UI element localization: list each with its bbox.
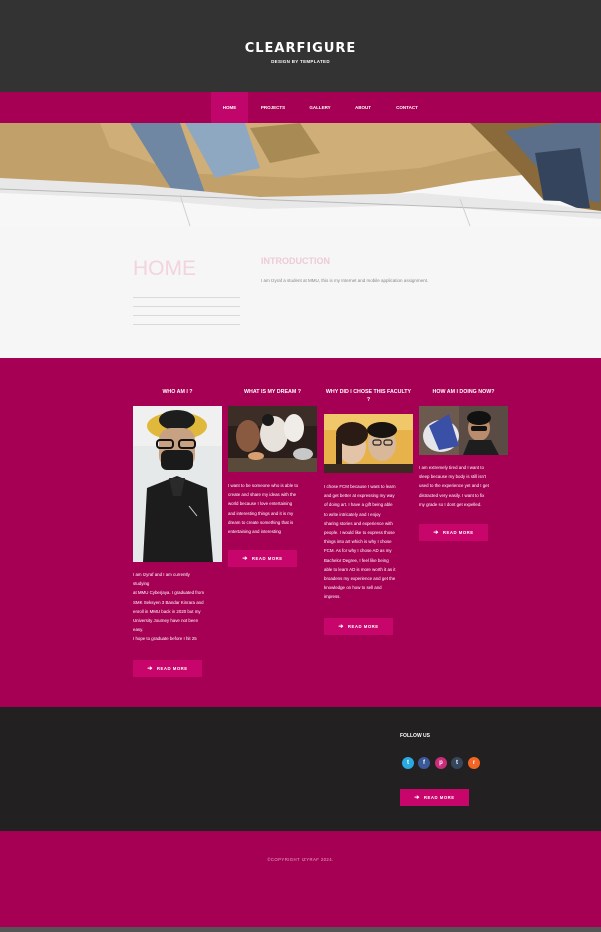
divider bbox=[133, 315, 240, 316]
rss-icon[interactable]: r bbox=[468, 757, 480, 769]
arrow-right-icon: ➔ bbox=[414, 794, 420, 801]
footer-social: FOLLOW US t f p t r ➔ READ MORE bbox=[0, 707, 601, 831]
arrow-right-icon: ➔ bbox=[242, 555, 248, 562]
divider bbox=[133, 297, 240, 298]
column-title: WHY DID I CHOSE THIS FACULTY ? bbox=[325, 389, 412, 403]
tumblr-icon[interactable]: t bbox=[451, 757, 463, 769]
main-nav: HOME PROJECTS GALLERY ABOUT CONTACT bbox=[0, 92, 601, 123]
divider bbox=[133, 306, 240, 307]
divider bbox=[133, 324, 240, 325]
column-text: I want to be someone who is able to crea… bbox=[228, 483, 299, 535]
nav-item-projects[interactable]: PROJECTS bbox=[252, 92, 294, 123]
site-tagline: DESIGN BY TEMPLATED bbox=[271, 59, 330, 64]
site-logo[interactable]: CLEARFIGURE bbox=[0, 41, 601, 56]
column-title: HOW AM I DOING NOW? bbox=[432, 389, 495, 395]
pinterest-icon[interactable]: p bbox=[435, 757, 447, 769]
nav-item-gallery[interactable]: GALLERY bbox=[300, 92, 340, 123]
facebook-icon[interactable]: f bbox=[418, 757, 430, 769]
footer-copyright: ©COPYRIGHT IZYRAF 2024. bbox=[0, 831, 601, 927]
faculty-photo bbox=[324, 414, 413, 473]
features-section: WHO AM I ? I am Izyraf and I am currentl… bbox=[0, 358, 601, 707]
profile-photo bbox=[133, 406, 222, 562]
copyright-text: ©COPYRIGHT IZYRAF 2024. bbox=[267, 857, 334, 862]
twitter-icon[interactable]: t bbox=[402, 757, 414, 769]
site-header: CLEARFIGURE DESIGN BY TEMPLATED bbox=[0, 0, 601, 92]
arrow-right-icon: ➔ bbox=[147, 665, 153, 672]
bottom-bar bbox=[0, 927, 601, 932]
nav-item-contact[interactable]: CONTACT bbox=[386, 92, 428, 123]
intro-section: HOME INTRODUCTION I am Izyraf a student … bbox=[0, 226, 601, 358]
read-more-button[interactable]: ➔ READ MORE bbox=[228, 550, 297, 567]
column-text: I am Izyraf and I am currently studying … bbox=[133, 572, 205, 642]
arrow-right-icon: ➔ bbox=[433, 529, 439, 536]
read-more-button[interactable]: ➔ READ MORE bbox=[324, 618, 393, 635]
nav-item-about[interactable]: ABOUT bbox=[346, 92, 380, 123]
column-title: WHAT IS MY DREAM ? bbox=[244, 389, 301, 395]
intro-heading: INTRODUCTION bbox=[261, 256, 330, 266]
column-title: WHO AM I ? bbox=[162, 389, 193, 395]
arrow-right-icon: ➔ bbox=[338, 623, 344, 630]
home-title: HOME bbox=[133, 257, 196, 280]
intro-text: I am Izyraf a student at MMU, this is my… bbox=[261, 278, 429, 283]
nav-item-home[interactable]: HOME bbox=[211, 92, 248, 123]
current-photo bbox=[419, 406, 508, 455]
read-more-button[interactable]: ➔ READ MORE bbox=[400, 789, 469, 806]
follow-heading: FOLLOW US bbox=[400, 733, 430, 739]
column-text: I chose FCM because I want to learn and … bbox=[324, 484, 396, 600]
column-text: I am extremely tired and I want to sleep… bbox=[419, 465, 489, 507]
dream-photo bbox=[228, 406, 317, 472]
banner-image bbox=[0, 123, 601, 226]
read-more-button[interactable]: ➔ READ MORE bbox=[133, 660, 202, 677]
read-more-button[interactable]: ➔ READ MORE bbox=[419, 524, 488, 541]
